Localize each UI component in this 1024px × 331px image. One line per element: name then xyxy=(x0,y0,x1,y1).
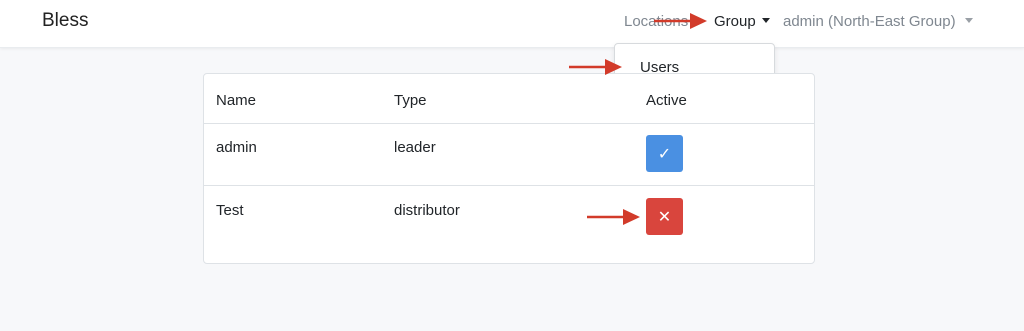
right-arrow-icon xyxy=(569,59,622,75)
column-header-name: Name xyxy=(216,92,257,109)
active-toggle-button[interactable]: ✓ xyxy=(646,135,683,172)
check-icon: ✓ xyxy=(657,145,672,163)
row-divider xyxy=(204,185,814,186)
nav-user-dropdown[interactable]: admin (North-East Group) xyxy=(783,13,973,30)
cell-type: leader xyxy=(394,139,436,156)
column-header-active: Active xyxy=(646,92,687,109)
right-arrow-icon xyxy=(587,209,640,225)
brand-logo[interactable]: Bless xyxy=(42,10,88,32)
cell-name: Test xyxy=(216,202,244,219)
close-icon: ✕ xyxy=(657,208,672,226)
nav-group-label: Group xyxy=(714,13,756,30)
cell-type: distributor xyxy=(394,202,460,219)
caret-down-icon xyxy=(761,18,770,23)
cell-name: admin xyxy=(216,139,257,156)
nav-group-dropdown[interactable]: Group xyxy=(714,13,770,30)
nav-user-label: admin (North-East Group) xyxy=(783,13,956,30)
inactive-toggle-button[interactable]: ✕ xyxy=(646,198,683,235)
caret-down-icon xyxy=(964,18,973,23)
column-header-type: Type xyxy=(394,92,427,109)
users-table: Name Type Active admin leader ✓ Test dis… xyxy=(203,73,815,264)
row-divider xyxy=(204,123,814,124)
navbar: Bless Locations Group admin (North-East … xyxy=(0,0,1024,48)
right-arrow-icon xyxy=(654,13,707,29)
